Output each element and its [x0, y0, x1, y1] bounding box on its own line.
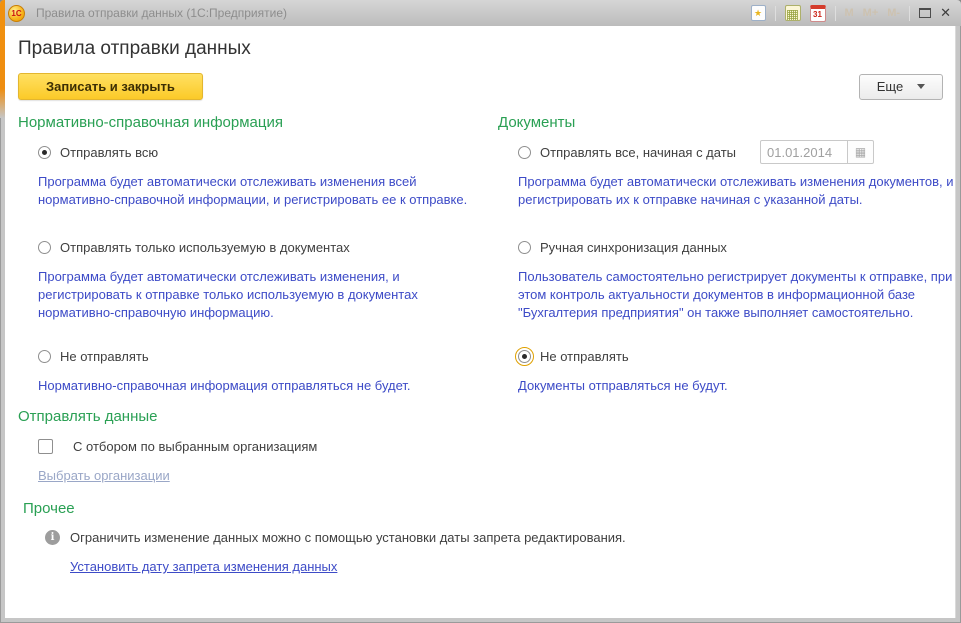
- checkbox-label: С отбором по выбранным организациям: [73, 439, 317, 454]
- radio-nsi-send-used-only[interactable]: Отправлять только используемую в докумен…: [18, 239, 498, 255]
- calendar-icon[interactable]: 31: [810, 5, 826, 22]
- form-content: Правила отправки данных Записать и закры…: [5, 26, 956, 618]
- documents-option-none-block: Не отправлять Документы отправляться не …: [498, 348, 956, 395]
- toolbar: Записать и закрыть Еще: [18, 73, 943, 100]
- more-button[interactable]: Еще: [859, 74, 943, 100]
- documents-option-none-description: Документы отправляться не будут.: [518, 377, 956, 395]
- radio-label: Не отправлять: [60, 349, 149, 364]
- close-button[interactable]: ✕: [940, 7, 951, 19]
- documents-option-manual-block: Ручная синхронизация данных Пользователь…: [498, 239, 956, 348]
- documents-section-title: Документы: [498, 114, 956, 132]
- calculator-icon[interactable]: ▦: [785, 5, 801, 21]
- memory-minus-button[interactable]: М-: [887, 7, 900, 19]
- documents-option-from-date-block: Отправлять все, начиная с даты ▦ Програм…: [498, 144, 956, 239]
- nsi-option-all-description: Программа будет автоматически отслеживат…: [38, 173, 476, 209]
- checkbox-icon: [38, 439, 53, 454]
- memory-plus-button[interactable]: М+: [863, 7, 879, 19]
- radio-label: Отправлять всю: [60, 145, 158, 160]
- titlebar-separator: [835, 6, 836, 21]
- window-title: Правила отправки данных (1С:Предприятие): [36, 6, 287, 20]
- titlebar-separator: [775, 6, 776, 21]
- edit-restriction-text: Ограничить изменение данных можно с помо…: [70, 530, 626, 545]
- radio-icon: [518, 350, 531, 363]
- radio-label: Ручная синхронизация данных: [540, 240, 727, 255]
- window: 1С Правила отправки данных (1С:Предприят…: [0, 0, 961, 623]
- documents-option-manual-description: Пользователь самостоятельно регистрирует…: [518, 268, 956, 322]
- calendar-grid-icon: ▦: [855, 145, 866, 159]
- edit-restriction-note: i Ограничить изменение данных можно с по…: [45, 530, 956, 545]
- nsi-option-all-block: Отправлять всю Программа будет автоматич…: [18, 144, 498, 239]
- nsi-option-none-block: Не отправлять Нормативно-справочная инфо…: [18, 348, 498, 408]
- date-picker-button[interactable]: ▦: [848, 140, 874, 164]
- info-icon: i: [45, 530, 60, 545]
- nsi-option-used-description: Программа будет автоматически отслеживат…: [38, 268, 476, 322]
- radio-nsi-do-not-send[interactable]: Не отправлять: [18, 348, 498, 364]
- more-button-label: Еще: [877, 79, 903, 94]
- radio-documents-manual-sync[interactable]: Ручная синхронизация данных: [498, 239, 956, 255]
- 1c-logo-icon: 1С: [8, 5, 25, 22]
- page-title: Правила отправки данных: [18, 38, 956, 60]
- memory-recall-button[interactable]: М: [845, 7, 854, 19]
- radio-icon: [38, 350, 51, 363]
- options-columns: Нормативно-справочная информация Отправл…: [18, 114, 956, 485]
- titlebar-controls: ★ ▦ 31 М М+ М- ✕: [751, 5, 952, 22]
- radio-nsi-send-all[interactable]: Отправлять всю: [18, 144, 498, 160]
- other-section-title: Прочее: [23, 500, 956, 518]
- radio-label: Отправлять только используемую в докумен…: [60, 240, 350, 255]
- radio-label: Отправлять все, начиная с даты: [540, 145, 736, 160]
- radio-icon: [38, 146, 51, 159]
- nsi-option-none-description: Нормативно-справочная информация отправл…: [38, 377, 476, 395]
- maximize-button[interactable]: [919, 8, 931, 18]
- select-organizations-link[interactable]: Выбрать организации: [38, 468, 170, 483]
- favorites-icon[interactable]: ★: [751, 5, 766, 21]
- nsi-option-used-block: Отправлять только используемую в докумен…: [18, 239, 498, 348]
- chevron-down-icon: [917, 84, 925, 89]
- start-date-input[interactable]: [760, 140, 848, 164]
- section-documents: Документы Отправлять все, начиная с даты…: [498, 114, 956, 485]
- section-other: Прочее i Ограничить изменение данных мож…: [23, 500, 956, 576]
- set-restriction-date-link[interactable]: Установить дату запрета изменения данных: [70, 559, 337, 574]
- window-edge-accent: [0, 0, 5, 118]
- save-and-close-button[interactable]: Записать и закрыть: [18, 73, 203, 100]
- radio-icon: [518, 241, 531, 254]
- send-data-section-title: Отправлять данные: [18, 408, 498, 426]
- radio-icon: [38, 241, 51, 254]
- content-right-border: [955, 26, 956, 618]
- radio-documents-send-all-from-date[interactable]: Отправлять все, начиная с даты ▦: [498, 144, 956, 160]
- start-date-field: ▦: [760, 140, 874, 164]
- radio-label: Не отправлять: [540, 349, 629, 364]
- section-nsi: Нормативно-справочная информация Отправл…: [18, 114, 498, 485]
- checkbox-filter-by-organizations[interactable]: С отбором по выбранным организациям: [38, 438, 498, 454]
- titlebar: 1С Правила отправки данных (1С:Предприят…: [0, 0, 961, 26]
- star-icon: ★: [754, 8, 762, 19]
- documents-option-from-date-description: Программа будет автоматически отслеживат…: [518, 173, 956, 209]
- titlebar-separator: [909, 6, 910, 21]
- radio-documents-do-not-send[interactable]: Не отправлять: [498, 348, 956, 364]
- calendar-day-label: 31: [813, 10, 822, 19]
- radio-icon: [518, 146, 531, 159]
- nsi-section-title: Нормативно-справочная информация: [18, 114, 498, 132]
